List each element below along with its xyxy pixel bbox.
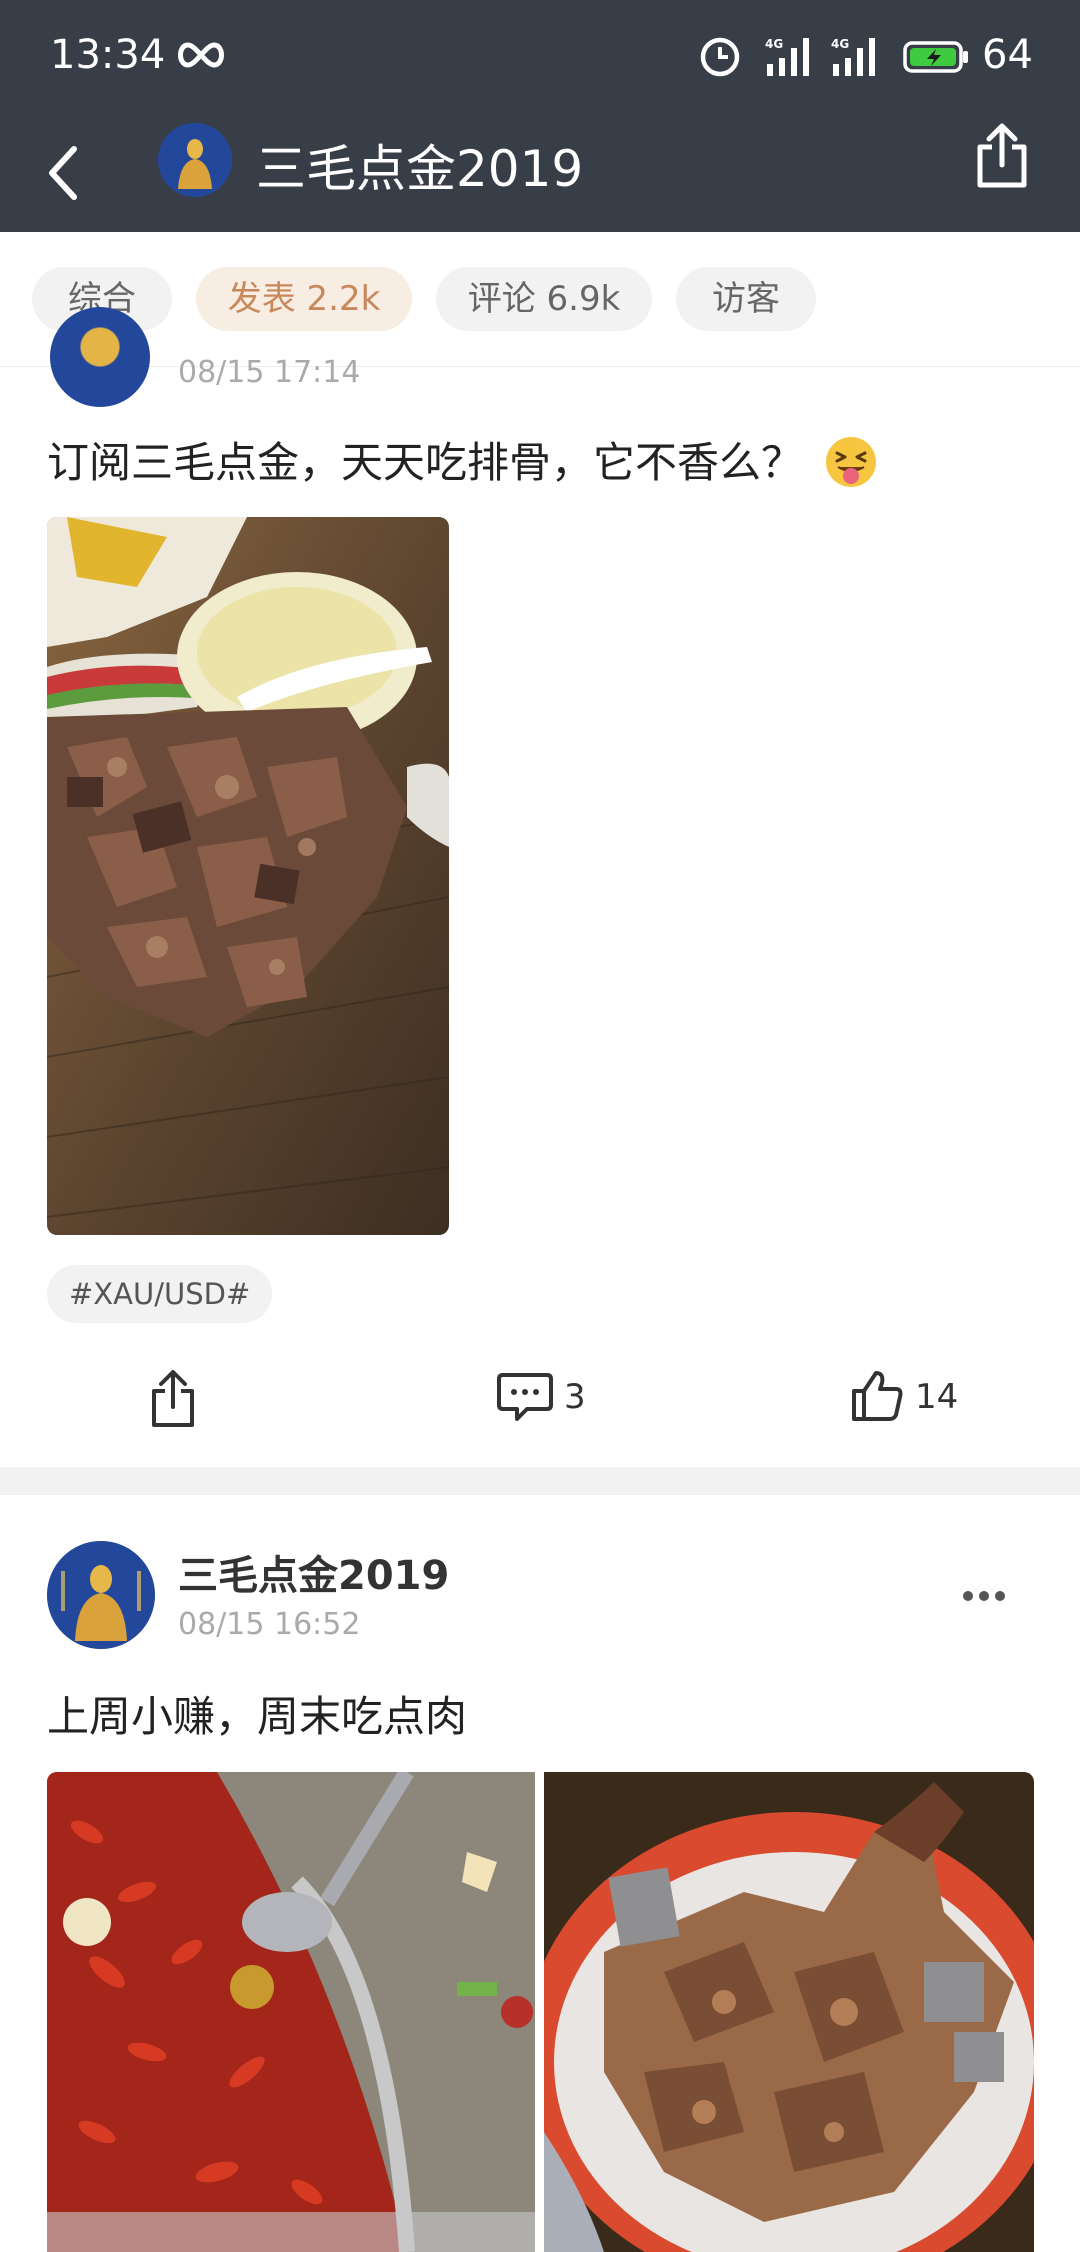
post-image[interactable] (544, 1772, 1034, 2252)
page-title: 三毛点金2019 (256, 140, 584, 198)
battery-charging-icon (903, 41, 968, 73)
post-text: 上周小赚，周末吃点肉 (47, 1692, 468, 1741)
share-icon[interactable] (148, 1367, 198, 1429)
signal-icon: 4G (831, 37, 875, 76)
grinning-squinting-tongue-emoji (826, 437, 876, 487)
loop-icon (178, 42, 224, 68)
hashtag-chip[interactable]: #XAU/USD# (47, 1265, 273, 1323)
nav-bar: 三毛点金2019 (0, 115, 1080, 232)
comment-icon[interactable] (497, 1371, 553, 1423)
status-bar: 13:34 4G 4G 64 (0, 0, 1080, 115)
buddha-avatar-icon (158, 123, 232, 197)
tab-bar: 综合 发表 2.2k 评论 6.9k 访客 (0, 232, 1080, 367)
avatar[interactable] (47, 1541, 155, 1649)
tab-comments[interactable]: 评论 6.9k (436, 267, 652, 331)
food-photo-ribs (47, 517, 449, 1235)
food-photo-hotpot (47, 1772, 535, 2252)
post-time: 08/15 17:14 (178, 355, 361, 390)
avatar[interactable] (50, 307, 150, 407)
post-text: 订阅三毛点金，天天吃排骨，它不香么？ (47, 438, 804, 487)
buddha-avatar-icon (47, 1541, 155, 1649)
back-arrow-icon[interactable] (40, 135, 88, 207)
food-photo-meat-plate (544, 1772, 1034, 2252)
signal-icon: 4G (765, 37, 809, 76)
more-options-icon[interactable] (962, 1589, 1006, 1603)
author-name[interactable]: 三毛点金2019 (178, 1543, 449, 1601)
avatar[interactable] (158, 123, 232, 197)
thumbs-up-icon[interactable] (850, 1369, 904, 1423)
top-bar: 13:34 4G 4G 64 三毛点金2019 (0, 0, 1080, 232)
post-divider (0, 1467, 1080, 1495)
post-actions: 3 14 (0, 1357, 1080, 1457)
status-time: 13:34 (50, 32, 166, 78)
post-time: 08/15 16:52 (178, 1607, 361, 1642)
post-image[interactable] (47, 517, 449, 1235)
alarm-icon (700, 37, 740, 77)
post-image[interactable] (47, 1772, 535, 2252)
tab-posts[interactable]: 发表 2.2k (196, 267, 412, 331)
network-label: 4G (765, 37, 783, 51)
tab-visitors[interactable]: 访客 (676, 267, 816, 331)
like-count: 14 (915, 1377, 959, 1417)
battery-percent: 64 (982, 32, 1033, 78)
comment-count: 3 (564, 1377, 586, 1417)
share-icon[interactable] (972, 121, 1032, 189)
network-label: 4G (831, 37, 849, 51)
